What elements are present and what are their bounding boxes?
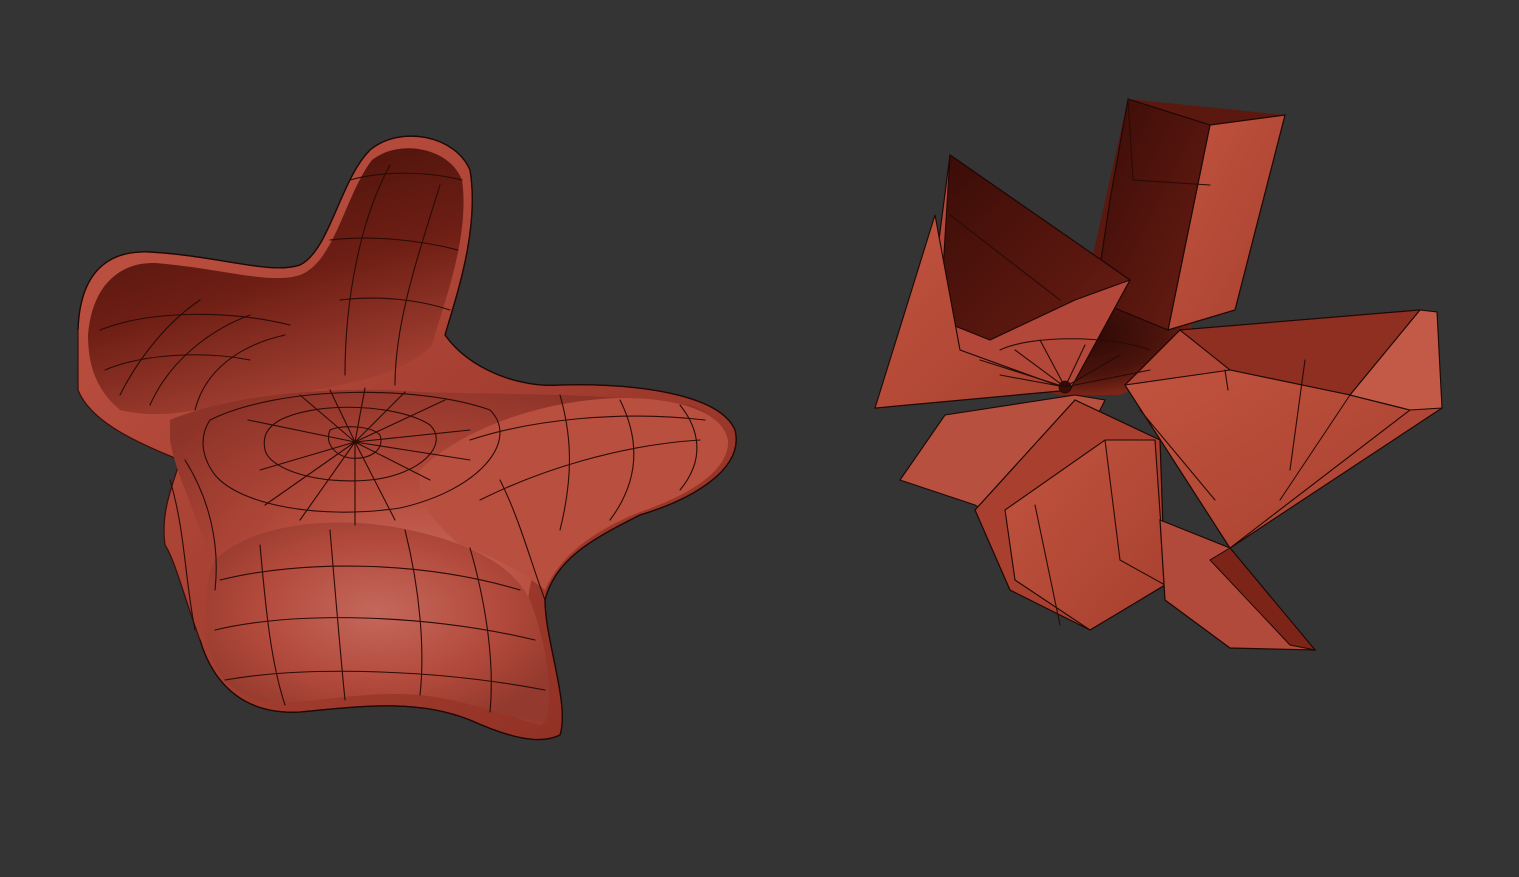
3d-viewport[interactable] [0, 0, 1519, 877]
cage-shell-model[interactable] [874, 98, 1443, 651]
smooth-shell-model[interactable] [77, 135, 737, 741]
